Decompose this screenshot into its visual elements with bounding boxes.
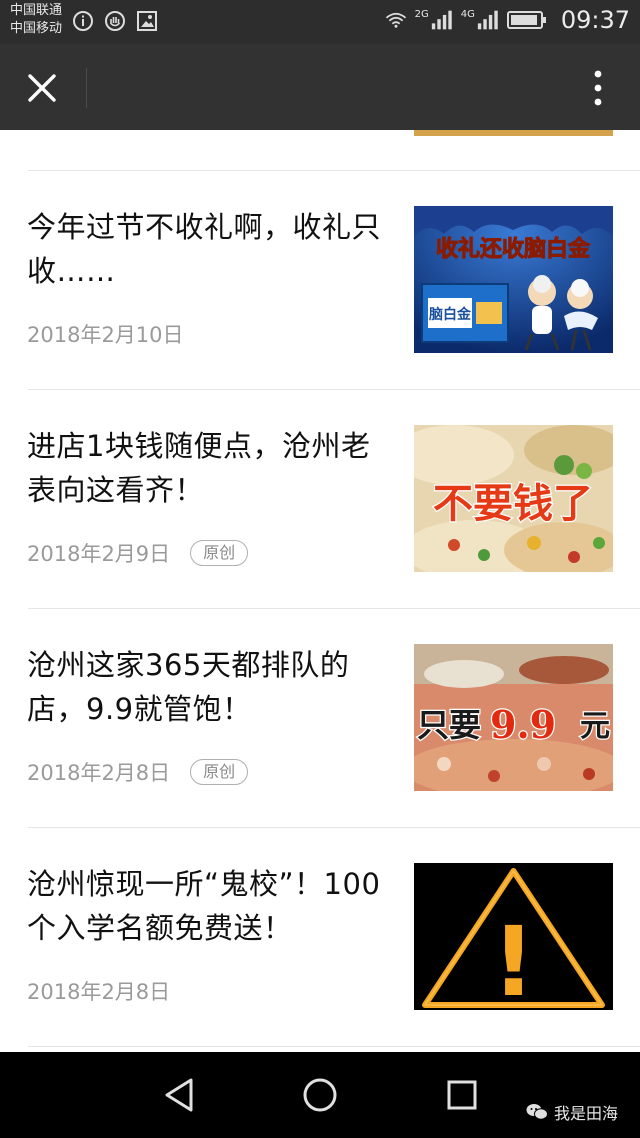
clock: 09:37 [560,6,630,34]
navigation-bar: 我是田海 [0,1052,640,1138]
divider [28,1046,640,1047]
thumb-caption-1: 只要 [417,706,481,744]
status-bar: 中国联通 中国移动 2G 4G 09:37 [0,0,640,44]
back-triangle-icon [165,1078,193,1112]
article-title: 进店1块钱随便点，沧州老表向这看齐！ [27,429,371,507]
thumb-caption: ! [492,906,536,1010]
article-meta: 2018年2月8日 原创 [27,757,249,787]
thumb-caption-3: 元 [580,709,610,744]
status-icons-left [72,10,158,32]
original-badge: 原创 [190,540,249,566]
article-title: 沧州惊现一所“鬼校”！100个入学名额免费送！ [27,867,381,945]
thumb-caption: 不要钱了 [433,480,593,527]
article-thumbnail: ! [414,863,613,1010]
thumb-product: 脑白金 [429,306,472,323]
signal-icon [477,9,499,31]
article-item[interactable]: 进店1块钱随便点，沧州老表向这看齐！ 2018年2月9日 原创 不要钱了 [0,390,640,608]
network-type-1: 2G [414,8,429,20]
article-list: 今年过节不收礼啊，收礼只收…… 2018年2月10日 收礼还收脑白金 脑白金 进… [0,130,640,1052]
signal-icon [431,9,453,31]
image-icon [136,10,158,32]
home-circle-icon [303,1078,337,1112]
more-options-button[interactable] [578,64,618,112]
more-vertical-icon [594,70,602,106]
article-title: 沧州这家365天都排队的店，9.9就管饱！ [27,648,350,726]
article-meta: 2018年2月8日 [27,976,170,1006]
recents-button[interactable] [439,1072,485,1118]
home-button[interactable] [297,1072,343,1118]
close-button[interactable] [16,62,68,114]
article-item[interactable]: 沧州惊现一所“鬼校”！100个入学名额免费送！ 2018年2月8日 ! [0,828,640,1046]
article-item[interactable]: 沧州这家365天都排队的店，9.9就管饱！ 2018年2月8日 原创 只要 9.… [0,609,640,827]
wifi-icon [385,9,407,31]
article-date: 2018年2月9日 [27,542,171,566]
thumb-caption: 收礼还收脑白金 [436,236,591,262]
previous-thumbnail-edge [414,130,613,136]
title-bar [0,44,640,130]
carrier-info: 中国联通 中国移动 [10,2,62,38]
carrier-2: 中国移动 [10,21,63,36]
article-meta: 2018年2月9日 原创 [27,538,249,568]
watermark-text: 我是田海 [553,1104,618,1123]
title-divider [86,68,87,108]
status-icons-right: 2G 4G 09:37 [385,6,630,34]
recents-square-icon [447,1080,477,1110]
article-date: 2018年2月8日 [27,761,171,785]
article-date: 2018年2月8日 [27,980,171,1004]
article-title: 今年过节不收礼啊，收礼只收…… [27,210,382,288]
article-thumbnail: 不要钱了 [414,425,613,572]
wechat-icon [526,1104,548,1120]
close-icon [28,74,56,102]
original-badge: 原创 [190,759,249,785]
article-thumbnail: 只要 9.9 元 [414,644,613,791]
thumb-caption-2: 9.9 [490,702,556,747]
battery-icon [506,9,547,31]
article-thumbnail: 收礼还收脑白金 脑白金 [414,206,613,353]
warning-icon: ! [414,863,613,1010]
article-meta: 2018年2月10日 [27,319,184,349]
info-icon [72,10,94,32]
article-item[interactable]: 今年过节不收礼啊，收礼只收…… 2018年2月10日 收礼还收脑白金 脑白金 [0,171,640,389]
watermark: 我是田海 [526,1100,618,1124]
back-button[interactable] [156,1072,202,1118]
network-type-2: 4G [460,8,475,20]
hand-icon [104,10,126,32]
article-date: 2018年2月10日 [27,323,184,347]
carrier-1: 中国联通 [10,3,63,18]
